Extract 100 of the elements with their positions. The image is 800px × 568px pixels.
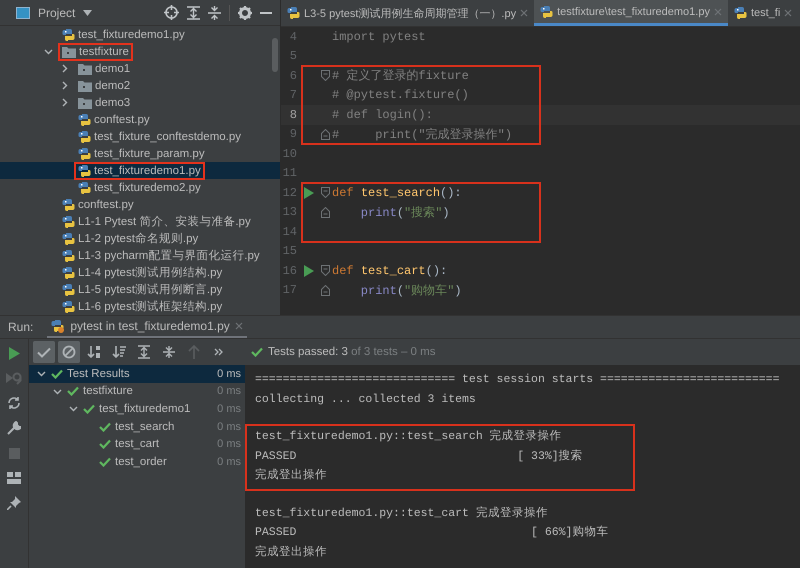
test-result-row[interactable]: test_search 0 ms bbox=[29, 418, 245, 436]
expand-all-icon bbox=[137, 345, 151, 359]
line-number: 4 bbox=[288, 30, 297, 44]
line-number: 15 bbox=[282, 244, 297, 258]
settings-icon[interactable] bbox=[238, 6, 252, 20]
console-line: test_fixturedemo1.py::test_cart 完成登录操作 bbox=[255, 505, 549, 522]
wrench-icon[interactable] bbox=[7, 421, 21, 435]
code-line: def test_search(): bbox=[332, 186, 462, 200]
folder-icon bbox=[78, 62, 92, 74]
test-result-row[interactable]: test_cart 0 ms bbox=[29, 435, 245, 453]
editor-tab[interactable]: L3-5 pytest测试用例生命周期管理（一）.py bbox=[281, 0, 534, 26]
expand-chevron-icon[interactable] bbox=[60, 98, 68, 107]
code-line: # @pytest.fixture() bbox=[332, 88, 469, 102]
editor-tab[interactable]: test_fi bbox=[728, 0, 798, 26]
tree-row[interactable]: demo3 bbox=[0, 94, 280, 111]
tree-row[interactable]: conftest.py bbox=[0, 196, 280, 213]
fold-marker-icon[interactable] bbox=[321, 206, 330, 218]
tree-row[interactable]: L1-3 pycharm配置与界面化运行.py bbox=[0, 247, 280, 264]
show-ignored-toggle[interactable] bbox=[58, 341, 80, 363]
tree-row[interactable]: test_fixture_param.py bbox=[0, 145, 280, 162]
code-line: print("搜索") bbox=[360, 204, 450, 221]
show-passed-toggle[interactable] bbox=[33, 341, 55, 363]
tree-row[interactable]: test_fixturedemo1.py bbox=[0, 26, 280, 43]
line-number: 12 bbox=[282, 186, 297, 200]
test-result-row[interactable]: testfixture 0 ms bbox=[29, 382, 245, 400]
fold-marker-icon[interactable] bbox=[321, 187, 330, 198]
console-line: test_fixturedemo1.py::test_search 完成登录操作 bbox=[255, 428, 563, 445]
test-result-row[interactable]: test_order 0 ms bbox=[29, 452, 245, 471]
python-file-icon bbox=[78, 112, 91, 126]
test-status-text: Tests passed: 3 of 3 tests – 0 ms bbox=[268, 346, 436, 358]
check-icon bbox=[37, 346, 51, 358]
line-number: 13 bbox=[282, 205, 297, 220]
tree-item-label: L1-1 Pytest 简介、安装与准备.py bbox=[78, 214, 251, 229]
tree-row[interactable]: L1-6 pytest测试框架结构.py bbox=[0, 298, 280, 315]
tree-row[interactable]: demo2 bbox=[0, 77, 280, 94]
tree-row[interactable]: L1-2 pytest命名规则.py bbox=[0, 230, 280, 247]
console-line: PASSED [ 66%]购物车 bbox=[255, 524, 610, 541]
tree-item-label: test_fixturedemo2.py bbox=[94, 182, 201, 194]
tree-row[interactable]: test_fixture_conftestdemo.py bbox=[0, 128, 280, 145]
python-file-icon bbox=[62, 214, 75, 228]
line-number: 10 bbox=[282, 146, 297, 161]
line-number: 17 bbox=[282, 283, 297, 298]
line-number: 7 bbox=[288, 88, 297, 102]
test-result-row[interactable]: test_fixturedemo1 0 ms bbox=[29, 400, 245, 418]
fold-marker-icon[interactable] bbox=[321, 265, 330, 276]
collapse-chevron-icon[interactable] bbox=[36, 369, 46, 378]
line-number: 11 bbox=[282, 166, 297, 180]
test-duration: 0 ms bbox=[217, 456, 241, 468]
panel-icon bbox=[16, 6, 30, 18]
collapse-all-icon[interactable] bbox=[208, 6, 221, 20]
tree-row[interactable]: L1-1 Pytest 简介、安装与准备.py bbox=[0, 213, 280, 230]
tree-row[interactable]: demo1 bbox=[0, 60, 280, 77]
layout-icon[interactable] bbox=[7, 472, 21, 484]
collapse-chevron-icon[interactable] bbox=[68, 404, 78, 414]
console-line: 完成登出操作 bbox=[255, 467, 328, 484]
test-name: test_fixturedemo1 bbox=[99, 402, 192, 415]
tree-row[interactable]: test_fixturedemo1.py bbox=[0, 162, 280, 179]
tree-item-label: conftest.py bbox=[78, 198, 134, 210]
run-icon[interactable] bbox=[304, 186, 314, 199]
tree-row[interactable]: conftest.py bbox=[0, 111, 280, 128]
tree-row[interactable]: L1-4 pytest测试用例结构.py bbox=[0, 264, 280, 281]
auto-test-icon[interactable] bbox=[7, 396, 21, 410]
more-chevron-icon bbox=[214, 348, 224, 356]
run-icon[interactable] bbox=[304, 264, 314, 277]
fold-marker-icon[interactable] bbox=[321, 70, 330, 82]
pin-icon[interactable] bbox=[7, 496, 21, 510]
fold-marker-icon[interactable] bbox=[321, 128, 330, 140]
locate-icon[interactable] bbox=[164, 5, 179, 20]
test-name: testfixture bbox=[83, 385, 134, 398]
tree-item-label: demo3 bbox=[95, 96, 130, 108]
sort-by-duration-icon bbox=[112, 345, 126, 359]
collapse-all-icon bbox=[162, 345, 176, 359]
code-line: # def login(): bbox=[332, 108, 433, 122]
minimize-icon[interactable] bbox=[260, 12, 272, 14]
expand-chevron-icon[interactable] bbox=[60, 64, 68, 73]
panel-title[interactable]: Project bbox=[38, 6, 76, 20]
collapse-chevron-icon[interactable] bbox=[44, 47, 52, 56]
fold-marker-icon[interactable] bbox=[321, 284, 330, 296]
python-file-icon bbox=[78, 130, 91, 144]
tab-label: L3-5 pytest测试用例生命周期管理（一）.py bbox=[304, 6, 516, 20]
collapse-chevron-icon[interactable] bbox=[52, 386, 62, 396]
run-tab[interactable]: pytest in test_fixturedemo1.py bbox=[47, 316, 247, 338]
tree-row[interactable]: testfixture bbox=[0, 43, 280, 60]
expand-chevron-icon[interactable] bbox=[60, 81, 68, 90]
python-file-icon bbox=[62, 266, 75, 280]
editor-tab[interactable]: testfixture\test_fixturedemo1.py bbox=[534, 0, 728, 26]
tree-item-label: L1-6 pytest测试框架结构.py bbox=[78, 300, 222, 314]
tree-item-label: demo1 bbox=[95, 62, 130, 74]
tree-row[interactable]: test_fixturedemo2.py bbox=[0, 179, 280, 196]
test-result-row[interactable]: Test Results 0 ms bbox=[29, 365, 245, 383]
scrollbar[interactable] bbox=[272, 38, 278, 72]
folder-icon bbox=[78, 96, 92, 108]
dropdown-caret-icon[interactable] bbox=[83, 10, 92, 16]
tree-row[interactable]: L1-5 pytest测试用例断言.py bbox=[0, 281, 280, 298]
expand-all-icon[interactable] bbox=[187, 6, 200, 20]
python-file-icon bbox=[540, 4, 554, 18]
run-icon[interactable] bbox=[8, 346, 20, 360]
tree-item-label: L1-4 pytest测试用例结构.py bbox=[78, 266, 222, 280]
test-duration: 0 ms bbox=[217, 438, 241, 450]
code-line: def test_cart(): bbox=[332, 264, 448, 278]
